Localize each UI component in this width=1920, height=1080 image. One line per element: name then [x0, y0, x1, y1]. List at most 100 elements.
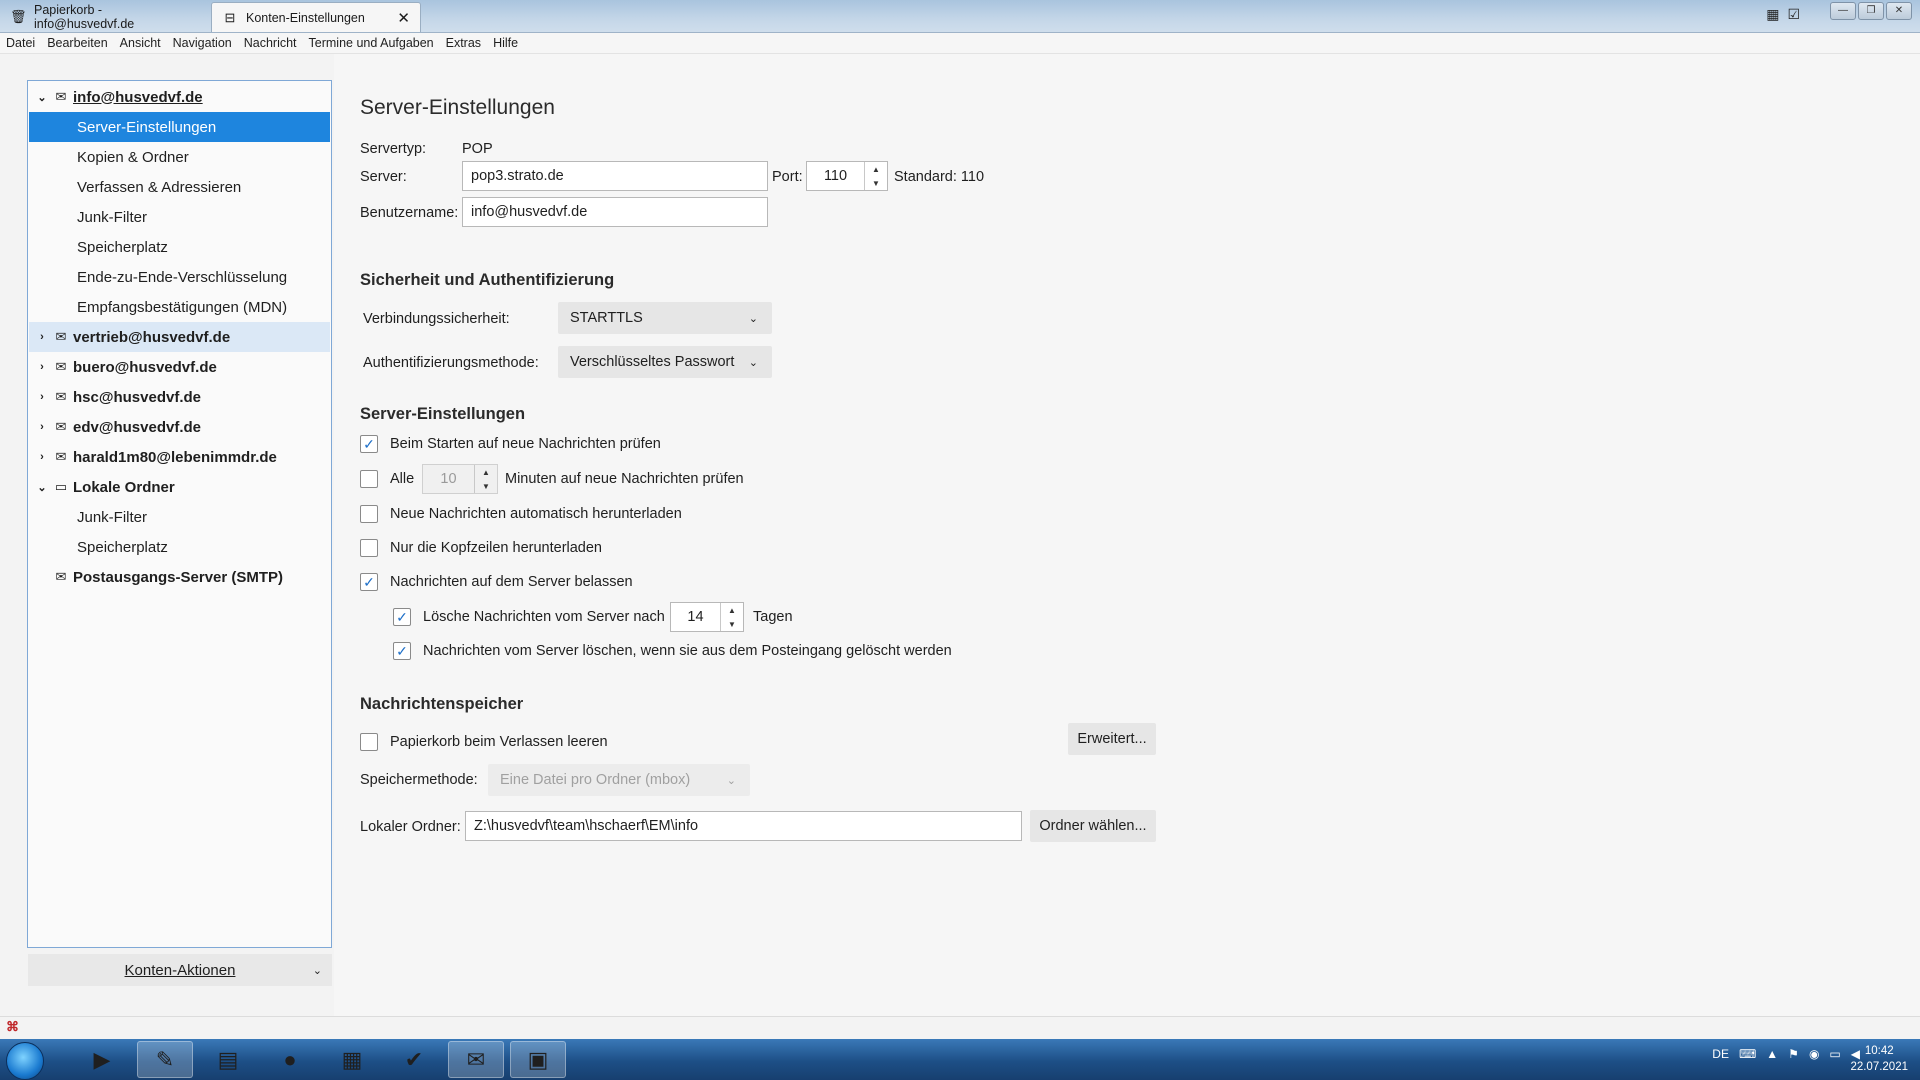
account-lokale-ordner[interactable]: ⌄ ▭ Lokale Ordner — [29, 472, 330, 502]
checkbox-delete-with-inbox[interactable]: ✓ — [393, 642, 411, 660]
sidebar-item-speicherplatz[interactable]: Speicherplatz — [29, 232, 330, 262]
tab-papierkorb[interactable]: 🗑 Papierkorb - info@husvedvf.de — [0, 2, 210, 32]
verbindungssicherheit-select[interactable]: STARTTLS ⌄ — [558, 302, 772, 334]
sidebar-item-mdn[interactable]: Empfangsbestätigungen (MDN) — [29, 292, 330, 322]
keyboard-icon[interactable]: ⌨ — [1739, 1047, 1756, 1061]
media-player-icon[interactable]: ▶ — [74, 1041, 130, 1078]
calendar-icon[interactable]: ▦ — [1766, 6, 1779, 23]
restore-icon[interactable]: ❐ — [1858, 2, 1884, 20]
sidebar-item-e2e[interactable]: Ende-zu-Ende-Verschlüsselung — [29, 262, 330, 292]
chevron-right-icon[interactable]: › — [35, 421, 49, 433]
spin-down-icon[interactable]: ▼ — [721, 617, 743, 631]
language-indicator[interactable]: DE — [1712, 1047, 1729, 1061]
network-icon[interactable]: ▭ — [1829, 1047, 1840, 1061]
close-tab-icon[interactable]: ✕ — [397, 9, 410, 27]
ordner-waehlen-button[interactable]: Ordner wählen... — [1030, 810, 1156, 842]
checkbox-headers-only[interactable] — [360, 539, 378, 557]
explorer-icon[interactable]: ✎ — [137, 1041, 193, 1078]
settings-page-icon: ⊟ — [224, 9, 236, 25]
chevron-down-icon: ⌄ — [748, 356, 758, 369]
tasks-app-icon[interactable]: ✔ — [386, 1041, 442, 1078]
menu-nachricht[interactable]: Nachricht — [238, 36, 303, 50]
menu-datei[interactable]: Datei — [0, 36, 41, 50]
tab-konten-einstellungen[interactable]: ⊟ Konten-Einstellungen ✕ — [211, 2, 421, 32]
chevron-right-icon[interactable]: › — [35, 451, 49, 463]
server-input[interactable]: pop3.strato.de — [462, 161, 768, 191]
start-button[interactable] — [6, 1042, 44, 1080]
select-value: Eine Datei pro Ordner (mbox) — [500, 772, 691, 788]
checkbox-check-every[interactable] — [360, 470, 378, 488]
antivirus-icon[interactable]: ◉ — [1809, 1047, 1819, 1061]
office-icon[interactable]: ▦ — [324, 1041, 380, 1078]
spin-down-icon[interactable]: ▼ — [475, 479, 497, 493]
chevron-down-icon[interactable]: ⌄ — [35, 481, 49, 494]
chevron-right-icon[interactable]: › — [35, 331, 49, 343]
sidebar-item-junk-filter[interactable]: Junk-Filter — [29, 202, 330, 232]
port-stepper[interactable]: 110 ▲ ▼ — [806, 161, 888, 191]
sidebar-item-verfassen[interactable]: Verfassen & Adressieren — [29, 172, 330, 202]
tasks-icon[interactable]: ☑ — [1787, 6, 1800, 23]
firefox-icon[interactable]: ● — [262, 1041, 318, 1078]
account-vertrieb[interactable]: › ✉ vertrieb@husvedvf.de — [29, 322, 330, 352]
spin-down-icon[interactable]: ▼ — [865, 176, 887, 190]
account-label: info@husvedvf.de — [73, 88, 203, 106]
sidebar-item-local-junk[interactable]: Junk-Filter — [29, 502, 330, 532]
account-info[interactable]: ⌄ ✉ info@husvedvf.de — [29, 82, 330, 112]
account-harald[interactable]: › ✉ harald1m80@lebenimmdr.de — [29, 442, 330, 472]
konten-aktionen-button[interactable]: Konten-Aktionen ⌄ — [28, 954, 332, 986]
folder-app-icon[interactable]: ▤ — [200, 1041, 256, 1078]
account-edv[interactable]: › ✉ edv@husvedvf.de — [29, 412, 330, 442]
checkbox-delete-after[interactable]: ✓ — [393, 608, 411, 626]
menu-bearbeiten[interactable]: Bearbeiten — [41, 36, 113, 50]
checkbox-label: Nachrichten auf dem Server belassen — [390, 574, 633, 590]
calculator-icon[interactable]: ▣ — [510, 1041, 566, 1078]
menu-termine[interactable]: Termine und Aufgaben — [303, 36, 440, 50]
lokaler-ordner-input[interactable]: Z:\husvedvf\team\hschaerf\EM\info — [465, 811, 1022, 841]
konten-aktionen-label: Konten-Aktionen — [124, 961, 236, 979]
benutzername-input[interactable]: info@husvedvf.de — [462, 197, 768, 227]
chevron-right-icon[interactable]: › — [35, 391, 49, 403]
account-label: vertrieb@husvedvf.de — [73, 328, 231, 346]
offline-status-icon[interactable]: ⌘ — [6, 1019, 19, 1035]
menu-hilfe[interactable]: Hilfe — [487, 36, 524, 50]
sidebar-item-local-speicherplatz[interactable]: Speicherplatz — [29, 532, 330, 562]
account-smtp[interactable]: ✉ Postausgangs-Server (SMTP) — [29, 562, 330, 592]
chevron-down-icon[interactable]: ⌄ — [35, 91, 49, 104]
checkbox-leave-on-server[interactable]: ✓ — [360, 573, 378, 591]
folder-icon: ▭ — [54, 479, 68, 494]
server-label: Server: — [360, 169, 407, 185]
sidebar-item-server-einstellungen[interactable]: Server-Einstellungen — [29, 112, 330, 142]
close-window-icon[interactable]: ✕ — [1886, 2, 1912, 20]
chevron-right-icon[interactable]: › — [35, 361, 49, 373]
spin-up-icon[interactable]: ▲ — [865, 162, 887, 176]
thunderbird-icon[interactable]: ✉ — [448, 1041, 504, 1078]
spin-up-icon[interactable]: ▲ — [721, 603, 743, 617]
flag-icon[interactable]: ⚑ — [1788, 1047, 1799, 1061]
account-hsc[interactable]: › ✉ hsc@husvedvf.de — [29, 382, 330, 412]
title-toolbar: ▦ ☑ — [1766, 6, 1800, 23]
minutes-stepper[interactable]: 10 ▲ ▼ — [422, 464, 498, 494]
menu-navigation[interactable]: Navigation — [167, 36, 238, 50]
sidebar-item-kopien-ordner[interactable]: Kopien & Ordner — [29, 142, 330, 172]
verbindungssicherheit-label: Verbindungssicherheit: — [363, 311, 510, 327]
minimize-icon[interactable]: — — [1830, 2, 1856, 20]
tab-label: Konten-Einstellungen — [246, 10, 365, 25]
spin-up-icon[interactable]: ▲ — [475, 465, 497, 479]
menu-extras[interactable]: Extras — [440, 36, 487, 50]
account-tree: ⌄ ✉ info@husvedvf.de Server-Einstellunge… — [27, 80, 332, 948]
clock[interactable]: 10:42 22.07.2021 — [1850, 1043, 1908, 1075]
advanced-button[interactable]: Erweitert... — [1068, 723, 1156, 755]
tray-expand-icon[interactable]: ▲ — [1766, 1047, 1778, 1061]
checkbox-check-on-start[interactable]: ✓ — [360, 435, 378, 453]
checkbox-empty-trash[interactable] — [360, 733, 378, 751]
checkbox-auto-download[interactable] — [360, 505, 378, 523]
speichermethode-select[interactable]: Eine Datei pro Ordner (mbox) ⌄ — [488, 764, 750, 796]
account-buero[interactable]: › ✉ buero@husvedvf.de — [29, 352, 330, 382]
auth-select[interactable]: Verschlüsseltes Passwort ⌄ — [558, 346, 772, 378]
servertyp-label: Servertyp: — [360, 141, 427, 157]
account-label: hsc@husvedvf.de — [73, 388, 201, 406]
speichermethode-label: Speichermethode: — [360, 772, 478, 788]
days-stepper[interactable]: 14 ▲ ▼ — [670, 602, 744, 632]
menu-ansicht[interactable]: Ansicht — [114, 36, 167, 50]
chevron-down-icon: ⌄ — [748, 312, 758, 325]
